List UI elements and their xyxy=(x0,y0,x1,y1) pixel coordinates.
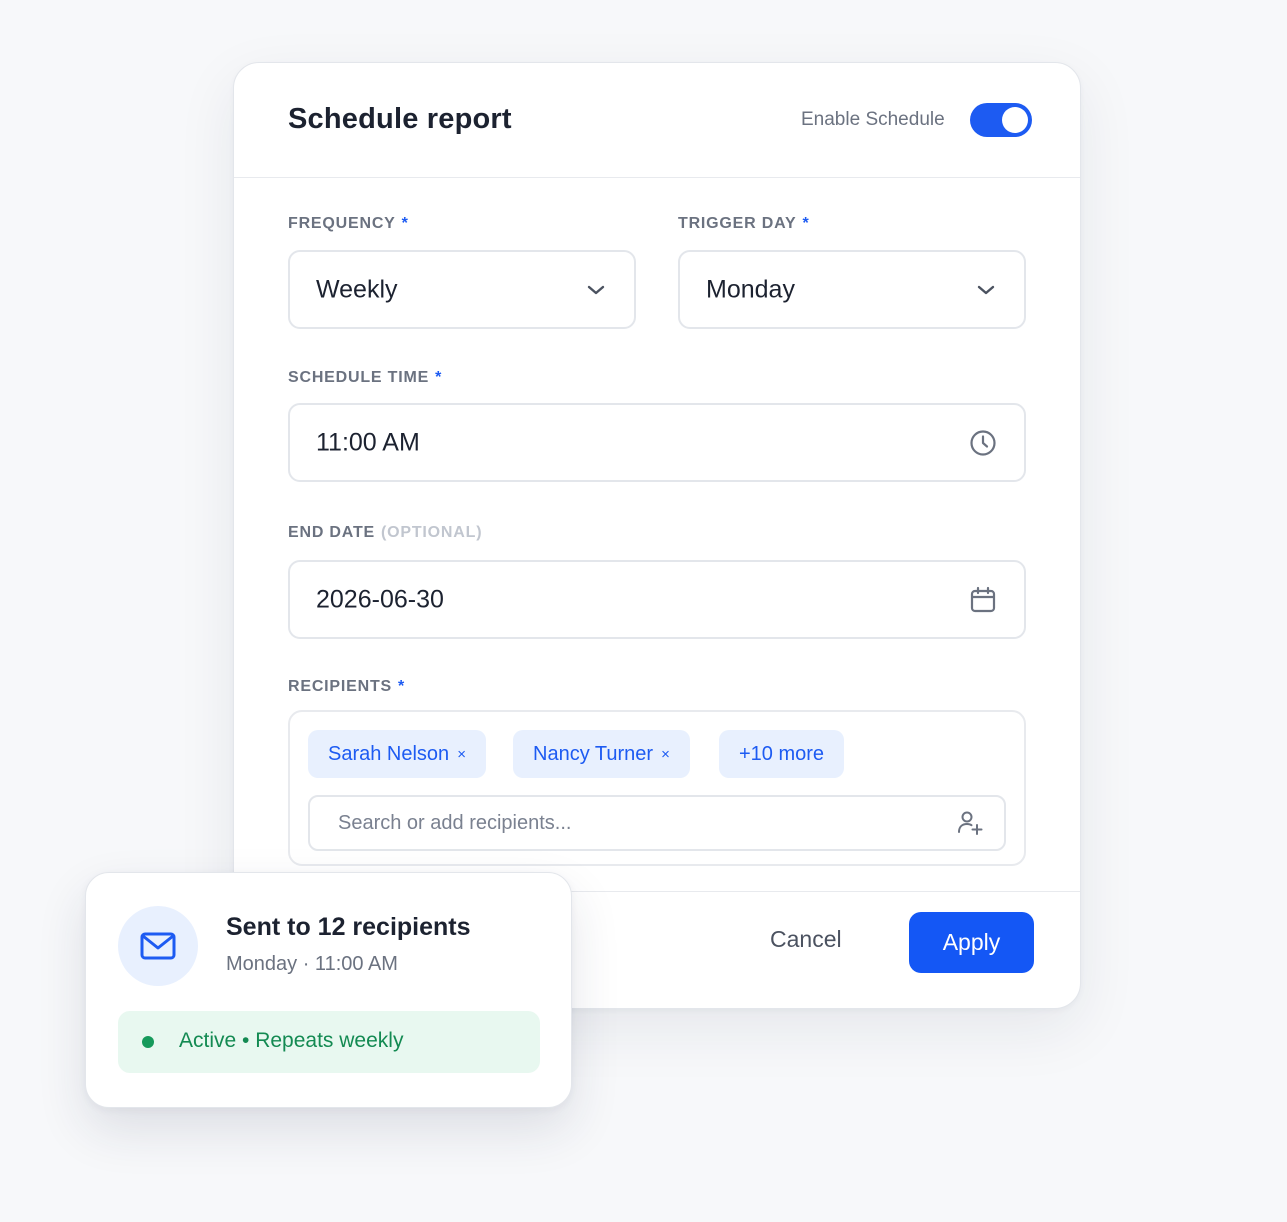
required-mark: * xyxy=(435,369,443,386)
recipient-search-box xyxy=(308,795,1006,851)
chevron-down-icon xyxy=(977,285,995,294)
trigger-day-label: TRIGGER DAY * xyxy=(678,215,809,233)
recipients-label: RECIPIENTS * xyxy=(288,678,405,696)
frequency-select[interactable]: Weekly xyxy=(288,250,636,329)
enable-schedule-label: Enable Schedule xyxy=(801,109,945,130)
remove-chip-icon[interactable]: × xyxy=(457,746,466,763)
apply-button[interactable]: Apply xyxy=(909,912,1034,973)
summary-title: Sent to 12 recipients xyxy=(226,913,471,941)
optional-mark: (OPTIONAL) xyxy=(381,524,483,541)
end-date-value: 2026-06-30 xyxy=(316,585,444,613)
clock-icon xyxy=(970,429,996,456)
schedule-time-label: SCHEDULE TIME * xyxy=(288,369,442,387)
chevron-down-icon xyxy=(587,285,605,294)
required-mark: * xyxy=(802,215,810,232)
schedule-time-value: 11:00 AM xyxy=(316,428,420,456)
schedule-time-input[interactable]: 11:00 AM xyxy=(288,403,1026,482)
remove-chip-icon[interactable]: × xyxy=(661,746,670,763)
stage: Schedule report Enable Schedule FREQUENC… xyxy=(0,0,1287,1222)
recipients-label-text: RECIPIENTS xyxy=(288,678,393,695)
recipient-chip-name: Sarah Nelson xyxy=(328,742,450,765)
recipient-chip[interactable]: Sarah Nelson × xyxy=(308,730,486,778)
trigger-day-value: Monday xyxy=(706,275,795,303)
calendar-icon xyxy=(970,586,996,612)
frequency-label: FREQUENCY * xyxy=(288,215,409,233)
trigger-day-label-text: TRIGGER DAY xyxy=(678,215,797,232)
frequency-label-text: FREQUENCY xyxy=(288,215,396,232)
status-dot-icon xyxy=(142,1036,154,1048)
recipient-search-input[interactable] xyxy=(338,797,898,849)
enable-schedule-toggle[interactable] xyxy=(970,103,1032,137)
required-mark: * xyxy=(401,215,409,232)
frequency-value: Weekly xyxy=(316,275,398,303)
add-user-icon[interactable] xyxy=(956,809,984,837)
recipients-box: Sarah Nelson × Nancy Turner × +10 more xyxy=(288,710,1026,866)
schedule-summary-card: Sent to 12 recipients Monday · 11:00 AM … xyxy=(85,872,572,1108)
more-recipients-label: +10 more xyxy=(739,742,825,765)
cancel-button[interactable]: Cancel xyxy=(770,926,842,953)
toggle-knob xyxy=(1002,107,1028,133)
modal-header: Schedule report Enable Schedule xyxy=(234,63,1080,178)
trigger-day-select[interactable]: Monday xyxy=(678,250,1026,329)
summary-subtitle: Monday · 11:00 AM xyxy=(226,953,398,975)
end-date-label-text: END DATE xyxy=(288,524,375,541)
status-badge: Active • Repeats weekly xyxy=(118,1011,540,1073)
mail-icon-badge xyxy=(118,906,198,986)
modal-title: Schedule report xyxy=(288,103,512,135)
recipient-chip-name: Nancy Turner xyxy=(533,742,654,765)
end-date-label: END DATE (OPTIONAL) xyxy=(288,524,482,542)
end-date-input[interactable]: 2026-06-30 xyxy=(288,560,1026,639)
status-text: Active • Repeats weekly xyxy=(179,1029,404,1052)
schedule-report-modal: Schedule report Enable Schedule FREQUENC… xyxy=(233,62,1081,1009)
required-mark: * xyxy=(398,678,406,695)
recipient-chip[interactable]: Nancy Turner × xyxy=(513,730,690,778)
mail-icon xyxy=(140,932,176,960)
schedule-time-label-text: SCHEDULE TIME xyxy=(288,369,430,386)
more-recipients-chip[interactable]: +10 more xyxy=(719,730,845,778)
